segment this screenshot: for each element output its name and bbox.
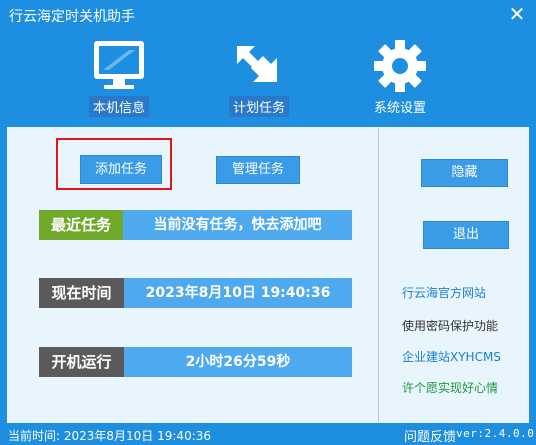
recent-task-label: 最近任务 [39, 210, 123, 240]
uptime-value: 2小时26分59秒 [124, 347, 352, 377]
monitor-icon [94, 41, 144, 89]
toolbar-label-system-settings: 系统设置 [373, 101, 427, 116]
enterprise-site-link[interactable]: 企业建站XYHCMS [402, 348, 501, 365]
hide-button[interactable]: 隐藏 [421, 159, 508, 187]
status-bar: 当前时间: 2023年8月10日 19:40:36 问题反馈 ver:2.4.0… [0, 423, 536, 445]
toolbar-item-scheduled-tasks[interactable]: 计划任务 [204, 38, 314, 117]
title-bar: 行云海定时关机助手 ✕ [0, 0, 536, 30]
feedback-link[interactable]: 问题反馈 [404, 426, 456, 445]
version-label: ver:2.4.0.0 [456, 427, 535, 440]
current-time-label: 现在时间 [39, 278, 124, 308]
toolbar-label-system-info: 本机信息 [88, 96, 150, 117]
toolbar-label-scheduled-tasks: 计划任务 [228, 96, 290, 117]
window-title: 行云海定时关机助手 [9, 9, 135, 25]
gear-icon [374, 40, 426, 92]
add-task-button[interactable]: 添加任务 [80, 155, 162, 184]
close-icon[interactable]: ✕ [504, 2, 530, 26]
toolbar-item-system-info[interactable]: 本机信息 [64, 38, 174, 117]
current-time-value: 2023年8月10日 19:40:36 [124, 278, 352, 308]
uptime-row: 开机运行 2小时26分59秒 [39, 347, 352, 377]
recent-task-row: 最近任务 当前没有任务，快去添加吧 [39, 210, 352, 240]
toolbar-item-system-settings[interactable]: 系统设置 [345, 38, 455, 116]
uptime-label: 开机运行 [39, 347, 124, 377]
recent-task-value: 当前没有任务，快去添加吧 [123, 210, 352, 240]
exit-button[interactable]: 退出 [423, 221, 509, 249]
official-site-link[interactable]: 行云海官方网站 [402, 284, 486, 301]
wish-link[interactable]: 许个愿实现好心情 [402, 379, 498, 396]
manage-tasks-button[interactable]: 管理任务 [216, 156, 300, 184]
password-protect-text: 使用密码保护功能 [402, 319, 499, 333]
current-time-row: 现在时间 2023年8月10日 19:40:36 [39, 278, 352, 308]
panel-divider [378, 128, 379, 422]
status-current-time: 当前时间: 2023年8月10日 19:40:36 [8, 429, 212, 443]
arrows-icon [237, 46, 277, 82]
